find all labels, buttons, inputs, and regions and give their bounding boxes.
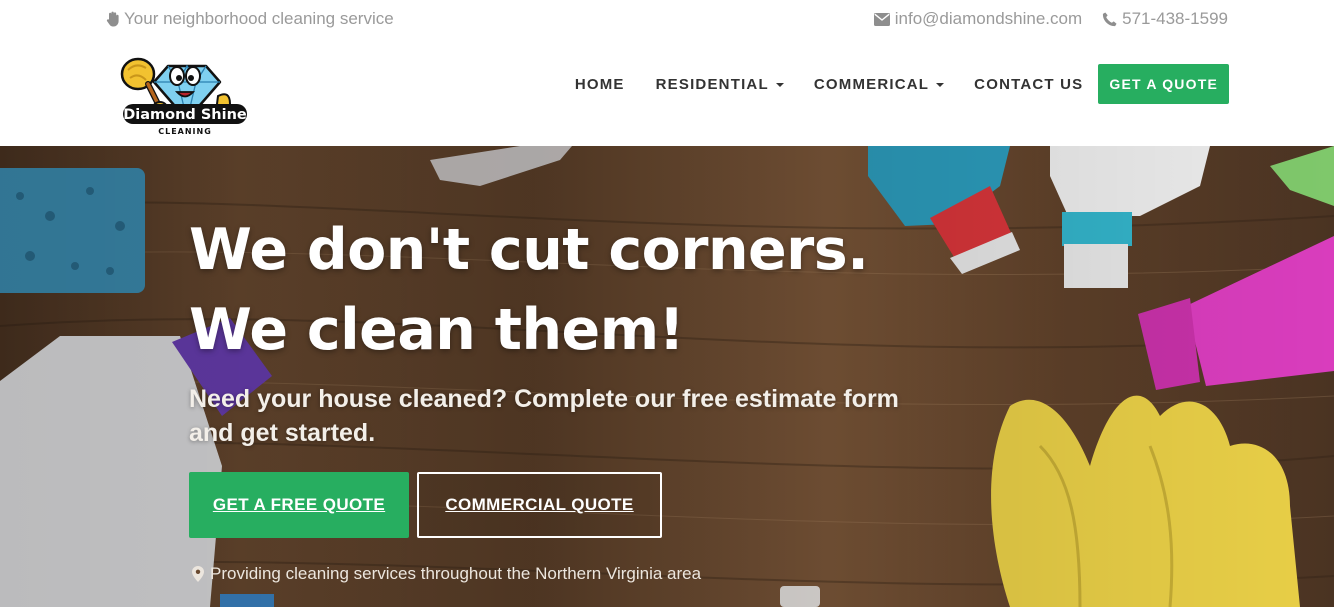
get-a-quote-button[interactable]: GET A QUOTE [1098, 64, 1229, 104]
get-a-quote-label: GET A QUOTE [1109, 76, 1218, 92]
main-nav: HOME RESIDENTIAL COMMERICAL CONTACT US G… [575, 64, 1229, 104]
hero-subline: Need your house cleaned? Complete our fr… [189, 385, 899, 447]
hero-headline: We don't cut corners. We clean them! [189, 210, 949, 370]
nav-contact-label: CONTACT US [974, 75, 1084, 93]
nav-commercial-label: COMMERICAL [813, 75, 930, 93]
contact-info: info@diamondshine.com 571-438-1599 [874, 9, 1228, 29]
service-area-note: Providing cleaning services throughout t… [189, 564, 701, 584]
hero-section: We don't cut corners. We clean them! Nee… [0, 146, 1334, 607]
email-link[interactable]: info@diamondshine.com [874, 9, 1082, 29]
tagline-text: Your neighborhood cleaning service [124, 9, 394, 28]
site-header: Diamond Shine CLEANING HOME RESIDENTIAL … [0, 38, 1334, 146]
caret-down-icon [775, 83, 784, 87]
commercial-quote-label: COMMERCIAL QUOTE [445, 495, 634, 514]
free-quote-label: GET A FREE QUOTE [212, 495, 386, 514]
free-quote-button[interactable]: GET A FREE QUOTE [189, 472, 409, 538]
nav-residential-dropdown[interactable]: RESIDENTIAL [656, 76, 784, 93]
nav-home-label: HOME [574, 75, 625, 93]
site-logo[interactable]: Diamond Shine CLEANING [120, 52, 250, 138]
hand-icon [104, 11, 121, 28]
hero-content: We don't cut corners. We clean them! Nee… [189, 210, 949, 538]
nav-residential-label: RESIDENTIAL [655, 75, 769, 93]
tagline: Your neighborhood cleaning service [104, 9, 394, 29]
caret-down-icon [936, 83, 945, 87]
nav-home[interactable]: HOME [575, 76, 625, 93]
top-bar: Your neighborhood cleaning service info@… [0, 0, 1334, 38]
headline-line-1: We don't cut corners. [189, 217, 869, 283]
commercial-quote-button[interactable]: COMMERCIAL QUOTE [417, 472, 662, 538]
logo-name: Diamond Shine [123, 107, 247, 123]
logo-subtitle: CLEANING [158, 127, 212, 136]
service-area-text: Providing cleaning services throughout t… [210, 564, 702, 583]
nav-commercial-dropdown[interactable]: COMMERICAL [813, 75, 945, 93]
hero-buttons: GET A FREE QUOTE COMMERCIAL QUOTE [189, 472, 949, 538]
phone-link[interactable]: 571-438-1599 [1101, 9, 1228, 29]
nav-contact-us[interactable]: CONTACT US [974, 76, 1083, 93]
map-marker-icon [189, 566, 206, 583]
email-text[interactable]: info@diamondshine.com [895, 9, 1082, 29]
headline-line-2: We clean them! [189, 297, 685, 363]
phone-text[interactable]: 571-438-1599 [1122, 9, 1228, 29]
envelope-icon [874, 11, 891, 28]
phone-icon [1101, 11, 1118, 28]
